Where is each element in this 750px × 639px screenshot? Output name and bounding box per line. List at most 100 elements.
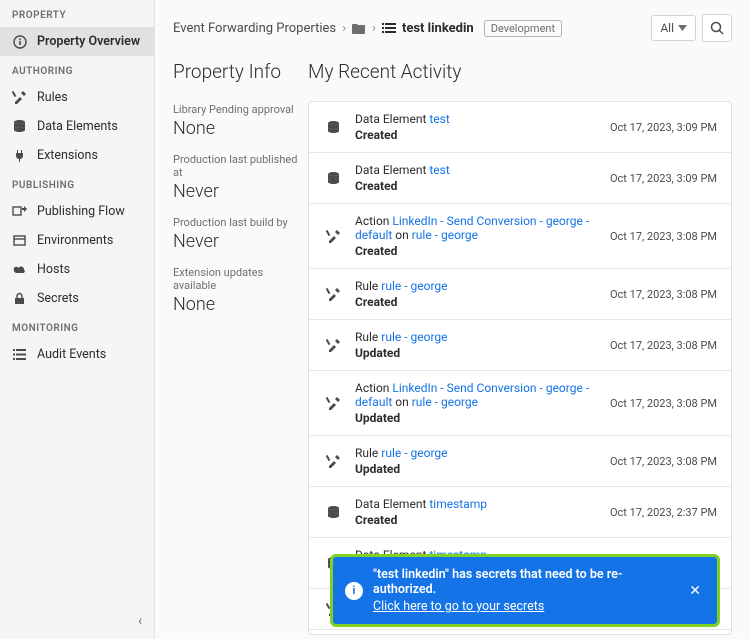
activity-row-title: Rule rule - george: [355, 330, 598, 344]
plug-icon: [12, 148, 27, 163]
info-icon: [12, 34, 27, 49]
activity-row-body: Action LinkedIn - Send Conversion - geor…: [355, 381, 598, 425]
info-value: Never: [173, 181, 298, 202]
recent-activity-heading: My Recent Activity: [308, 60, 732, 83]
sidebar-item-audit-events[interactable]: Audit Events: [0, 340, 154, 369]
activity-text: Rule: [355, 330, 381, 344]
activity-row-title: Rule rule - george: [355, 279, 598, 293]
activity-status: Updated: [355, 346, 598, 360]
recent-activity: My Recent Activity Data Element test Crea…: [308, 60, 732, 635]
sidebar-item-label: Extensions: [37, 148, 98, 163]
activity-link[interactable]: test: [429, 112, 449, 126]
breadcrumb-root[interactable]: Event Forwarding Properties: [173, 21, 336, 36]
data-icon: [323, 168, 343, 188]
activity-row[interactable]: Data Element timestamp Created Oct 17, 202…: [309, 487, 731, 538]
topbar-actions: All: [651, 14, 732, 42]
search-button[interactable]: [702, 14, 732, 42]
activity-link[interactable]: rule - george: [381, 279, 447, 293]
search-icon: [710, 21, 724, 35]
tools-icon: [323, 335, 343, 355]
nav-group-label: PROPERTY: [0, 0, 154, 27]
sidebar-item-label: Property Overview: [37, 34, 140, 49]
activity-text: Data Element: [355, 163, 429, 177]
data-icon: [12, 119, 27, 134]
activity-timestamp: Oct 17, 2023, 3:09 PM: [610, 172, 717, 185]
activity-row-title: Action LinkedIn - Send Conversion - geor…: [355, 381, 598, 409]
activity-status: Updated: [355, 462, 598, 476]
activity-timestamp: Oct 17, 2023, 2:37 PM: [610, 506, 717, 519]
filter-select-label: All: [660, 21, 674, 35]
activity-row[interactable]: Rule rule - georgeCreatedOct 17, 2023, 3…: [309, 269, 731, 320]
activity-row[interactable]: Data Element test Created Oct 17, 2023, 3:…: [309, 102, 731, 153]
activity-timestamp: Oct 17, 2023, 3:08 PM: [610, 455, 717, 468]
activity-status: Created: [355, 128, 598, 142]
sidebar-item-label: Data Elements: [37, 119, 118, 134]
data-icon: [323, 117, 343, 137]
activity-text: Data Element: [355, 112, 429, 126]
info-block: Production last published atNever: [173, 153, 298, 202]
collapse-sidebar-button[interactable]: ‹: [138, 613, 740, 629]
activity-status: Created: [355, 513, 598, 527]
activity-link[interactable]: rule - george: [412, 228, 478, 242]
activity-row[interactable]: Data Element test Created Oct 17, 2023, 3:…: [309, 153, 731, 204]
info-value: Never: [173, 231, 298, 252]
chevron-down-icon: [678, 25, 687, 31]
toast-title: "test linkedin" has secrets that need to…: [373, 567, 675, 597]
info-label: Production last published at: [173, 153, 298, 179]
data-icon: [323, 502, 343, 522]
activity-text: on: [392, 228, 411, 242]
activity-status: Updated: [355, 411, 598, 425]
sidebar-item-overview[interactable]: Property Overview: [0, 27, 154, 56]
filter-select[interactable]: All: [651, 15, 696, 41]
activity-row[interactable]: Action LinkedIn - Send Conversion - geor…: [309, 371, 731, 436]
sidebar-item-data-elements[interactable]: Data Elements: [0, 112, 154, 141]
info-block: Production last build by Never: [173, 216, 298, 252]
info-icon: i: [345, 582, 363, 600]
info-label: Production last build by: [173, 216, 298, 229]
sidebar-item-environments[interactable]: Environments: [0, 226, 154, 255]
sidebar-item-label: Publishing Flow: [37, 204, 125, 219]
sidebar-item-secrets[interactable]: Secrets: [0, 284, 154, 313]
activity-status: Created: [355, 179, 598, 193]
activity-row[interactable]: Rule rule - george Updated Oct 17, 2023, 3…: [309, 320, 731, 371]
info-label: Library Pending approval: [173, 103, 298, 116]
tools-icon: [323, 393, 343, 413]
environment-tag: Development: [484, 20, 562, 37]
sidebar: PROPERTYProperty OverviewAUTHORINGRulesD…: [0, 0, 155, 639]
sidebar-item-extensions[interactable]: Extensions: [0, 141, 154, 170]
activity-row-title: Data Element timestamp: [355, 497, 598, 511]
activity-link[interactable]: rule - george: [381, 446, 447, 460]
info-value: None: [173, 294, 298, 315]
activity-row-body: Action LinkedIn - Send Conversion - geor…: [355, 214, 598, 258]
activity-row-title: Data Element test: [355, 112, 598, 126]
list-icon: [382, 22, 396, 34]
info-label: Extension updates available: [173, 266, 298, 292]
sidebar-item-label: Hosts: [37, 262, 70, 277]
activity-row[interactable]: Rule rule - georgeUpdatedOct 17, 2023, 3…: [309, 436, 731, 487]
box-icon: [12, 233, 27, 248]
sidebar-item-hosts[interactable]: Hosts: [0, 255, 154, 284]
activity-link[interactable]: test: [429, 163, 449, 177]
activity-row-title: Data Element test: [355, 163, 598, 177]
lock-icon: [12, 291, 27, 306]
activity-row-body: Data Element test Created: [355, 112, 598, 142]
breadcrumb-current: test linkedin: [402, 21, 474, 36]
activity-timestamp: Oct 17, 2023, 3:08 PM: [610, 339, 717, 352]
sidebar-item-publishing-flow[interactable]: Publishing Flow: [0, 197, 154, 226]
close-icon[interactable]: ✕: [685, 583, 705, 599]
activity-timestamp: Oct 17, 2023, 3:09 PM: [610, 121, 717, 134]
toast-link[interactable]: Click here to go to your secrets: [373, 599, 544, 614]
activity-row-title: Action LinkedIn - Send Conversion - geor…: [355, 214, 598, 242]
activity-link[interactable]: timestamp: [429, 497, 487, 511]
flow-icon: [12, 204, 27, 219]
activity-link[interactable]: rule - george: [381, 330, 447, 344]
breadcrumb: Event Forwarding Properties › › test lin…: [173, 20, 562, 37]
tools-icon: [12, 90, 27, 105]
folder-icon[interactable]: [352, 22, 366, 34]
sidebar-item-rules[interactable]: Rules: [0, 83, 154, 112]
activity-row-body: Rule rule - georgeUpdated: [355, 446, 598, 476]
activity-row[interactable]: Action LinkedIn - Send Conversion - geor…: [309, 204, 731, 269]
tools-icon: [323, 451, 343, 471]
info-block: Library Pending approvalNone: [173, 103, 298, 139]
activity-link[interactable]: rule - george: [412, 395, 478, 409]
